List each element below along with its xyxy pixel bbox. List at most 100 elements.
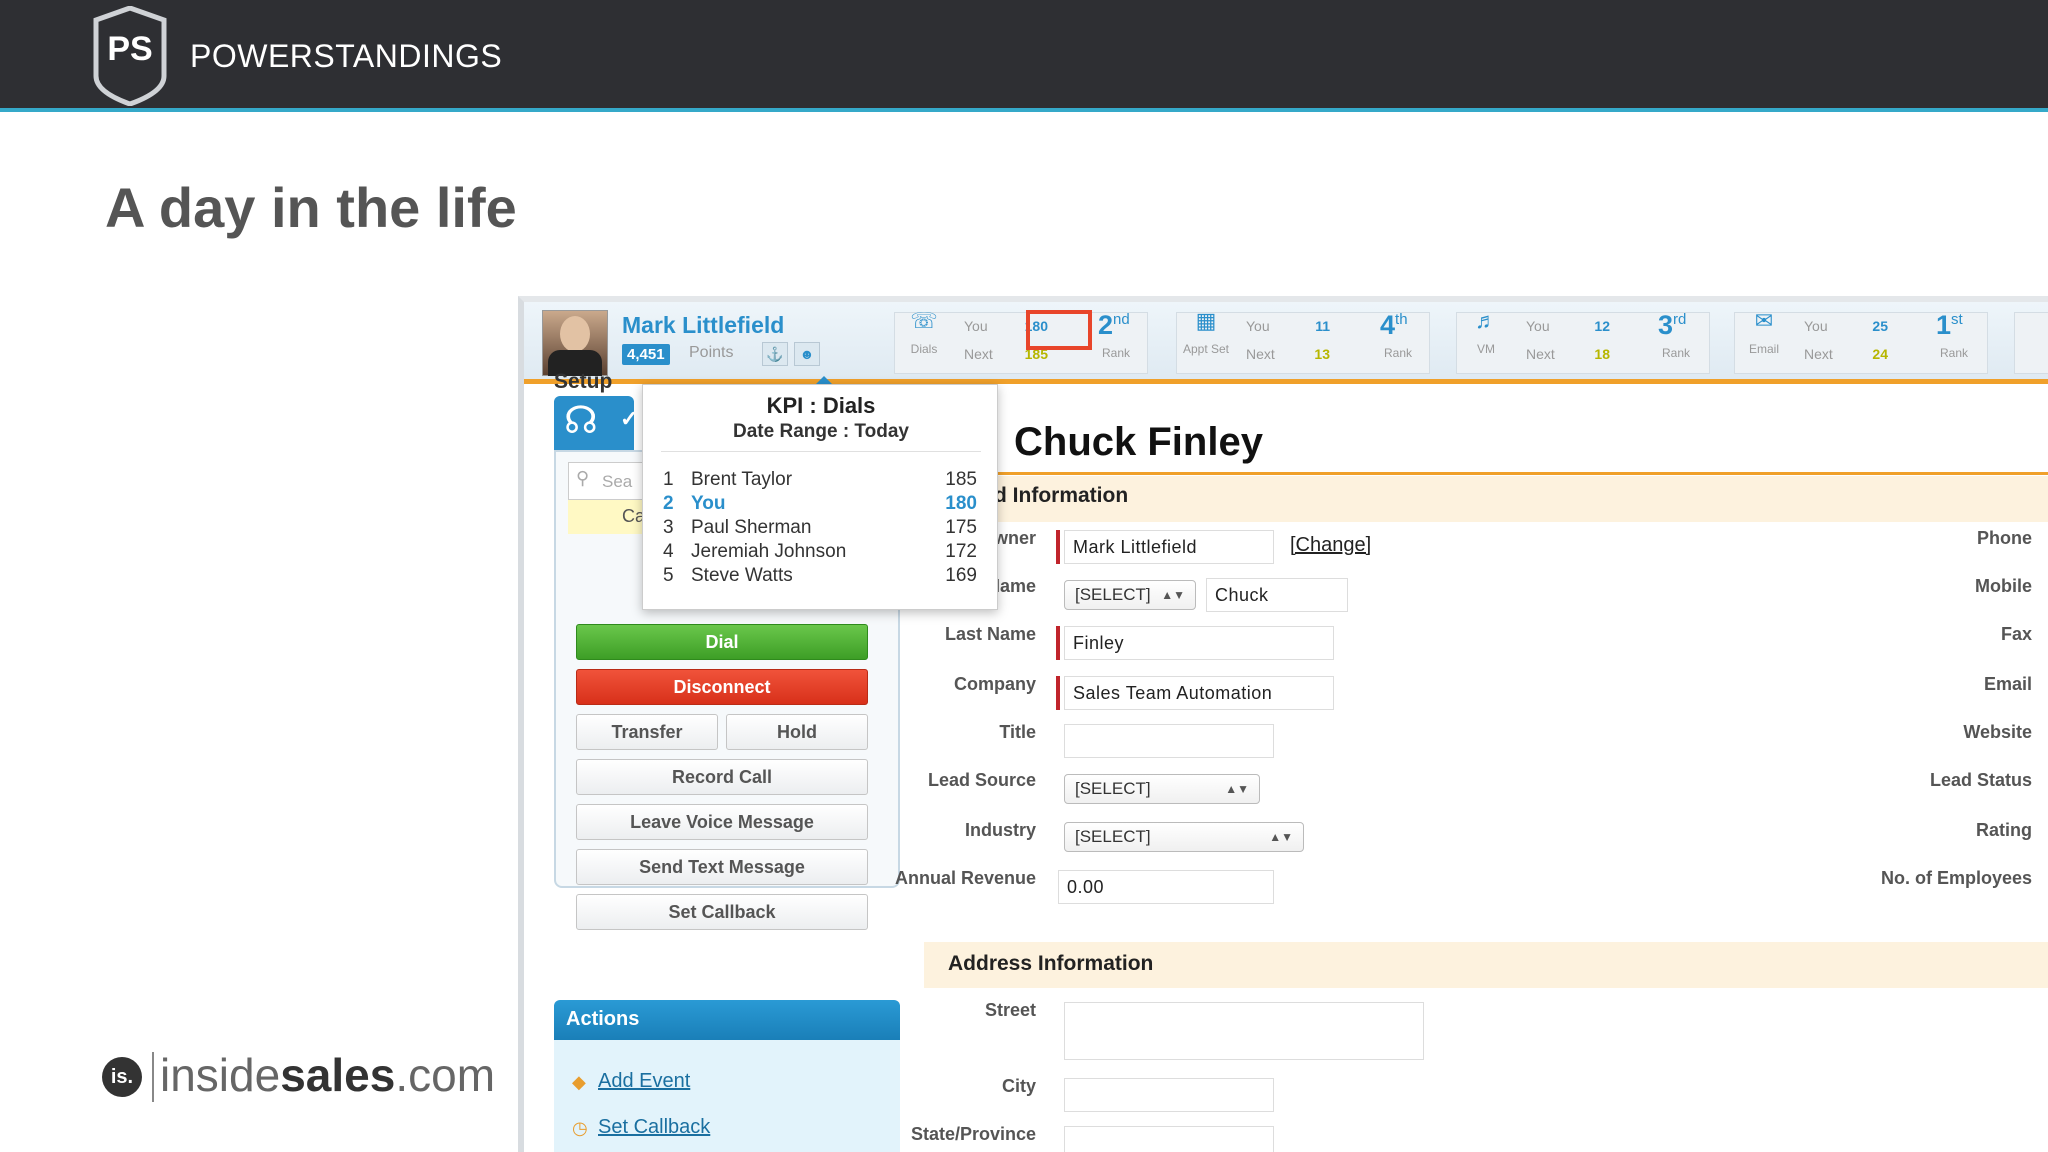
last-name-input[interactable]: Finley [1064,626,1334,660]
kpi-leaderboard-popup: KPI : Dials Date Range : Today 1 Brent T… [642,384,998,610]
points-label: Points [689,344,734,361]
kpi-appt-rank-label: Rank [1384,346,1413,360]
avatar-head [560,316,590,352]
rating-label: Rating [1976,820,2032,840]
leader-name: Brent Taylor [691,469,793,490]
wordmark-inside: inside [160,1049,281,1101]
user-icon[interactable]: ☻ [794,342,820,366]
kpi-more[interactable] [2014,312,2048,374]
insidesales-wordmark: insidesales.com [160,1048,495,1102]
record-call-button[interactable]: Record Call [576,759,868,795]
leader-name: Steve Watts [691,565,793,586]
lead-source-label: Lead Source [927,770,1036,790]
street-textarea[interactable] [1064,1002,1424,1060]
app-window: Mark Littlefield 4,451 Points ⚓ ☻ ☏ Dial… [518,296,2048,1152]
kpi-email-rank: 1st [1936,310,1963,341]
kpi-email-label: Email [1748,342,1779,356]
employees-label: No. of Employees [1880,868,2032,888]
wordmark-sales: sales [280,1049,396,1101]
website-label: Website [1963,722,2032,742]
kpi-appt-rank: 4th [1380,310,1408,341]
set-callback-link[interactable]: Set Callback [598,1116,710,1139]
select-arrow-icon: ▲▼ [1161,588,1185,602]
title-input[interactable] [1064,724,1274,758]
mobile-label: Mobile [1975,576,2032,596]
clock-icon: ◷ [572,1118,588,1138]
brand-name: POWERSTANDINGS [190,38,503,74]
rank-number: 3 [1658,310,1674,340]
popup-date-range: Date Range : Today [733,421,909,442]
trophy-icon[interactable]: ⚓ [762,342,788,366]
kpi-appt-you: You [1246,318,1270,334]
leave-voice-message-button[interactable]: Leave Voice Message [576,804,868,840]
lead-name-title: Chuck Finley [1014,420,1263,464]
headset-icon: ☊ [564,400,598,442]
kpi-appt-next: Next [1246,346,1275,362]
required-marker [1056,626,1060,660]
company-input[interactable]: Sales Team Automation [1064,676,1334,710]
leader-rank: 5 [663,565,674,586]
kpi-vm-rank-label: Rank [1662,346,1691,360]
lead-source-value: [SELECT] [1075,779,1151,798]
salutation-select[interactable]: [SELECT] ▲▼ [1064,580,1196,610]
calendar-icon: ▦ [1195,308,1217,333]
kpi-dials-next: Next [964,346,993,362]
set-callback-button[interactable]: Set Callback [576,894,868,930]
kpi-dials-label: Dials [910,342,938,356]
actions-title: Actions [566,1008,640,1030]
lead-source-select[interactable]: [SELECT] ▲▼ [1064,774,1260,804]
fax-label: Fax [2000,624,2032,644]
kpi-email-next-value: 24 [1872,346,1888,362]
title-rule [924,472,2048,475]
kpi-vm-you-value: 12 [1594,318,1610,334]
rank-number: 2 [1098,310,1114,340]
points-badge: 4,451 [622,344,670,365]
event-icon: ◆ [572,1072,586,1092]
user-name[interactable]: Mark Littlefield [622,312,784,339]
kpi-appt-label: Appt Set [1182,342,1230,356]
leader-value: 169 [945,565,977,586]
lead-information-title: d Information [994,484,1129,507]
highlight-box [1026,310,1092,350]
city-input[interactable] [1064,1078,1274,1112]
salutation-value: [SELECT] [1075,585,1151,604]
annual-revenue-input[interactable]: 0.00 [1058,870,1274,904]
kpi-email-you: You [1804,318,1828,334]
popup-divider [661,451,981,452]
leader-value: 180 [945,493,977,514]
leader-name: Jeremiah Johnson [691,541,847,562]
address-information-title: Address Information [948,952,1154,975]
change-owner-link[interactable]: [Change] [1290,534,1371,557]
rank-number: 4 [1380,310,1396,340]
add-event-link[interactable]: Add Event [598,1070,690,1093]
state-input[interactable] [1064,1126,1274,1152]
phone-label: Phone [1976,528,2032,548]
kpi-vm-label: VM [1477,342,1495,356]
setup-label: Setup [554,370,613,393]
lead-owner-field: Mark Littlefield [1064,530,1274,564]
leader-rank: 1 [663,469,674,490]
required-marker [1056,530,1060,564]
leader-rank: 3 [663,517,674,538]
logo-divider [152,1052,154,1102]
envelope-icon: ✉ [1754,308,1774,333]
kpi-email-you-value: 25 [1872,318,1888,334]
first-name-input[interactable]: Chuck [1206,578,1348,612]
kpi-dials-you: You [964,318,988,334]
leader-rank: 4 [663,541,674,562]
industry-select[interactable]: [SELECT] ▲▼ [1064,822,1304,852]
phone-icon: ☏ [910,308,938,333]
rank-suffix: nd [1113,311,1130,328]
select-arrow-icon: ▲▼ [1225,782,1249,796]
leader-value: 175 [945,517,977,538]
disconnect-button[interactable]: Disconnect [576,669,868,705]
transfer-button[interactable]: Transfer [576,714,718,750]
rank-suffix: th [1395,311,1408,328]
dial-button[interactable]: Dial [576,624,868,660]
kpi-appt-you-value: 11 [1315,318,1330,334]
leader-name: You [691,493,726,514]
rank-number: 1 [1936,310,1952,340]
street-label: Street [984,1000,1036,1020]
send-text-message-button[interactable]: Send Text Message [576,849,868,885]
insidesales-logo-mark: is. [102,1057,142,1097]
